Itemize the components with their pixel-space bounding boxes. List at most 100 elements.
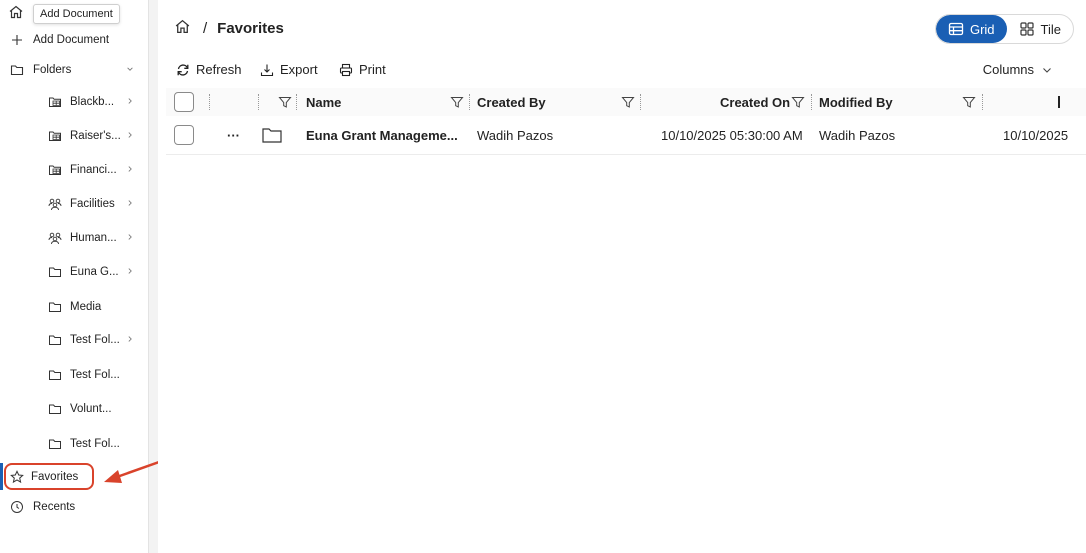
filter-icon[interactable] bbox=[450, 88, 464, 116]
sidebar-item-label: Raiser's... bbox=[70, 130, 121, 142]
top-bar: / Favorites Grid Tile bbox=[158, 0, 1086, 58]
column-divider bbox=[640, 94, 641, 110]
grid-header: Name Created By Created On Modified By bbox=[166, 88, 1086, 116]
folder-table-icon bbox=[47, 94, 63, 110]
print-label: Print bbox=[359, 62, 386, 77]
export-icon bbox=[260, 64, 274, 76]
refresh-button[interactable]: Refresh bbox=[176, 62, 242, 77]
favorites-label: Favorites bbox=[31, 471, 79, 483]
created-by-column-header[interactable]: Created By bbox=[477, 88, 546, 116]
add-document-label: Add Document bbox=[33, 34, 110, 46]
select-all-cell bbox=[174, 88, 194, 116]
sidebar-item-media[interactable]: Media bbox=[0, 294, 148, 320]
add-document-button[interactable]: Add Document bbox=[0, 27, 148, 53]
sidebar-item-euna[interactable]: Euna G... bbox=[0, 259, 148, 285]
folder-table-icon bbox=[47, 128, 63, 144]
select-all-checkbox[interactable] bbox=[174, 92, 194, 112]
data-grid: Name Created By Created On Modified By ·… bbox=[166, 88, 1086, 155]
row-actions-button[interactable]: ··· bbox=[227, 116, 240, 154]
export-button[interactable]: Export bbox=[260, 62, 318, 77]
columns-button[interactable]: Columns bbox=[983, 62, 1052, 77]
main-panel: / Favorites Grid Tile Refresh Export Pri… bbox=[158, 0, 1086, 553]
refresh-label: Refresh bbox=[196, 62, 242, 77]
folders-label: Folders bbox=[33, 64, 72, 76]
chevron-right-icon[interactable] bbox=[126, 96, 136, 108]
sidebar-item-raisers[interactable]: Raiser's... bbox=[0, 123, 148, 149]
sidebar-item-test-folder-1[interactable]: Test Fol... bbox=[0, 327, 148, 353]
modified-by-cell: Wadih Pazos bbox=[819, 127, 896, 143]
tile-view-button[interactable]: Tile bbox=[1007, 15, 1073, 43]
folder-icon bbox=[47, 436, 63, 452]
sidebar-item-financial[interactable]: Financi... bbox=[0, 157, 148, 183]
grid-icon bbox=[948, 22, 964, 36]
folder-icon bbox=[9, 62, 25, 78]
table-row[interactable]: ··· Euna Grant Manageme... Wadih Pazos 1… bbox=[166, 116, 1086, 155]
people-icon bbox=[47, 196, 63, 212]
home-icon[interactable] bbox=[174, 18, 191, 39]
tile-label: Tile bbox=[1040, 21, 1061, 37]
filter-icon[interactable] bbox=[962, 88, 976, 116]
column-divider bbox=[811, 94, 812, 110]
folder-icon bbox=[47, 299, 63, 315]
recents-label: Recents bbox=[33, 501, 76, 513]
column-divider bbox=[258, 94, 259, 110]
toolbar: Refresh Export Print Columns bbox=[158, 58, 1086, 84]
home-icon[interactable] bbox=[8, 4, 28, 24]
columns-label: Columns bbox=[982, 62, 1034, 77]
chevron-right-icon[interactable] bbox=[126, 198, 136, 210]
print-button[interactable]: Print bbox=[339, 62, 386, 77]
chevron-right-icon[interactable] bbox=[126, 232, 136, 244]
row-select-cell bbox=[174, 116, 194, 154]
chevron-right-icon[interactable] bbox=[126, 266, 136, 278]
filter-icon[interactable] bbox=[278, 88, 292, 116]
folder-table-icon bbox=[47, 162, 63, 178]
sidebar-item-label: Financi... bbox=[70, 164, 117, 176]
filter-icon[interactable] bbox=[791, 88, 805, 116]
created-on-column-header[interactable]: Created On bbox=[720, 88, 790, 116]
created-by-cell: Wadih Pazos bbox=[477, 127, 554, 143]
sidebar-recents[interactable]: Recents bbox=[0, 494, 148, 520]
modified-on-cell: 10/10/2025 bbox=[1003, 127, 1069, 143]
modified-by-column-header[interactable]: Modified By bbox=[819, 88, 893, 116]
refresh-icon bbox=[177, 63, 189, 76]
sidebar-item-label: Volunt... bbox=[70, 403, 112, 415]
folder-icon bbox=[47, 264, 63, 280]
sidebar-item-blackbaud[interactable]: Blackb... bbox=[0, 89, 148, 115]
row-checkbox[interactable] bbox=[174, 125, 194, 145]
people-icon bbox=[47, 230, 63, 246]
breadcrumb-separator: / bbox=[203, 20, 208, 37]
sidebar-item-facilities[interactable]: Facilities bbox=[0, 191, 148, 217]
document-name-link[interactable]: Euna Grant Manageme... bbox=[306, 116, 458, 154]
page-title: Favorites bbox=[217, 20, 284, 37]
folder-icon bbox=[262, 116, 282, 154]
folder-icon bbox=[47, 401, 63, 417]
sidebar-item-label: Test Fol... bbox=[70, 438, 120, 450]
sidebar-item-human[interactable]: Human... bbox=[0, 225, 148, 251]
clock-icon bbox=[9, 499, 25, 515]
chevron-right-icon[interactable] bbox=[126, 164, 136, 176]
folder-icon bbox=[47, 332, 63, 348]
sidebar-folders[interactable]: Folders bbox=[0, 57, 148, 83]
grid-label: Grid bbox=[969, 21, 995, 37]
column-divider bbox=[982, 94, 983, 110]
tile-icon bbox=[1019, 22, 1034, 36]
sidebar-item-label: Blackb... bbox=[70, 96, 115, 108]
created-on-cell: 10/10/2025 05:30:00 AM bbox=[661, 127, 803, 143]
folder-icon bbox=[47, 367, 63, 383]
chevron-right-icon[interactable] bbox=[126, 334, 136, 346]
sidebar-item-volunteer[interactable]: Volunt... bbox=[0, 396, 148, 422]
grid-view-button[interactable]: Grid bbox=[935, 15, 1007, 43]
sidebar: Add Document Add Document Folders Blackb… bbox=[0, 0, 177, 553]
name-column-header[interactable]: Name bbox=[306, 88, 341, 116]
modified-on-column-header-clipped bbox=[1058, 88, 1060, 116]
star-icon bbox=[9, 469, 25, 485]
sidebar-item-label: Human... bbox=[70, 232, 117, 244]
chevron-right-icon[interactable] bbox=[126, 130, 136, 142]
sidebar-item-test-folder-2[interactable]: Test Fol... bbox=[0, 362, 148, 388]
sidebar-item-label: Euna G... bbox=[70, 266, 119, 278]
chevron-down-icon[interactable] bbox=[126, 64, 136, 76]
export-label: Export bbox=[280, 62, 318, 77]
filter-icon[interactable] bbox=[621, 88, 635, 116]
sidebar-item-label: Test Fol... bbox=[70, 369, 120, 381]
column-divider bbox=[209, 94, 210, 110]
